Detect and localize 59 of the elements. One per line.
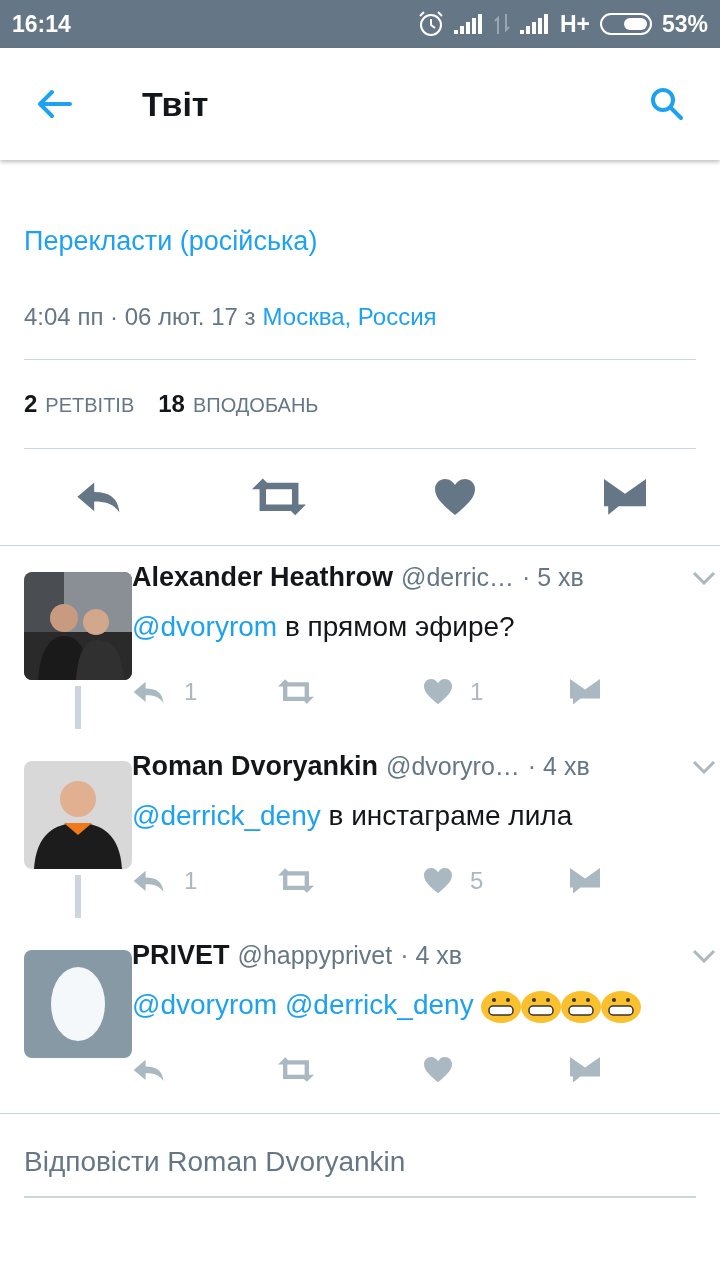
battery-icon xyxy=(599,13,652,35)
chevron-down-icon[interactable] xyxy=(692,759,716,774)
author-name[interactable]: Roman Dvoryankin xyxy=(132,751,379,782)
clock-time: 16:14 xyxy=(12,10,71,38)
grin-emoji-icon xyxy=(481,989,522,1024)
mention-link[interactable]: @dvoryrom xyxy=(132,611,278,642)
grin-emoji-icon xyxy=(561,989,602,1024)
location-link[interactable]: Москва, Россия xyxy=(262,303,437,331)
mention-link[interactable]: @derrick_deny xyxy=(284,989,474,1020)
reply-icon[interactable] xyxy=(132,869,166,893)
grin-emoji-icon xyxy=(601,989,642,1024)
tweet-time: · 4 хв xyxy=(400,941,463,970)
reply-text: в прямом эфире? xyxy=(284,611,515,642)
author-handle[interactable]: @happyprivet xyxy=(237,941,393,970)
stat-label[interactable]: РЕТВІТІВ xyxy=(45,394,135,417)
message-icon[interactable] xyxy=(570,1057,600,1083)
heart-icon[interactable] xyxy=(424,679,452,705)
retweet-icon[interactable] xyxy=(251,478,306,516)
reply-text: в инстаграме лила xyxy=(328,800,573,831)
network-type: H+ xyxy=(559,10,590,38)
stat-count[interactable]: 2 xyxy=(24,390,38,418)
heart-icon[interactable] xyxy=(424,868,452,894)
chevron-down-icon[interactable] xyxy=(692,570,716,585)
search-icon[interactable] xyxy=(650,87,684,121)
signal-icon xyxy=(519,14,550,34)
signal-icon xyxy=(453,14,484,34)
mention-link[interactable]: @derrick_deny xyxy=(132,800,321,831)
like-count: 1 xyxy=(470,678,484,706)
mention-link[interactable]: @dvoryrom xyxy=(132,989,278,1020)
reply-count: 1 xyxy=(184,678,198,706)
tweet-timestamp: 4:04 пп · 06 лют. 17 з xyxy=(24,303,256,331)
author-handle[interactable]: @dvoryro… xyxy=(386,752,520,781)
message-icon[interactable] xyxy=(570,868,600,894)
translate-link[interactable]: Перекласти (російська) xyxy=(24,226,318,257)
reply-icon[interactable] xyxy=(132,1058,166,1082)
chevron-down-icon[interactable] xyxy=(692,948,716,963)
reply-count: 1 xyxy=(184,867,198,895)
tweet-time: · 4 хв xyxy=(527,752,590,781)
heart-icon[interactable] xyxy=(424,1057,452,1083)
author-handle[interactable]: @derric… xyxy=(401,563,514,592)
author-name[interactable]: Alexander Heathrow xyxy=(132,562,394,593)
stat-label[interactable]: ВПОДОБАНЬ xyxy=(192,394,319,417)
retweet-icon[interactable] xyxy=(278,1057,314,1083)
reply-icon[interactable] xyxy=(132,680,166,704)
alarm-icon xyxy=(417,11,444,37)
data-arrows-icon xyxy=(493,14,510,34)
author-name[interactable]: PRIVET xyxy=(132,940,230,971)
tweet-time: · 5 хв xyxy=(521,563,584,592)
battery-percent: 53% xyxy=(661,10,708,38)
like-count: 5 xyxy=(470,867,484,895)
stat-count[interactable]: 18 xyxy=(158,390,185,418)
heart-icon[interactable] xyxy=(434,479,475,515)
message-icon[interactable] xyxy=(570,679,600,705)
grin-emoji-icon xyxy=(521,989,562,1024)
page-title: Твіт xyxy=(142,84,210,124)
back-arrow-icon[interactable] xyxy=(36,89,72,119)
retweet-icon[interactable] xyxy=(278,679,314,705)
message-icon[interactable] xyxy=(603,479,646,515)
retweet-icon[interactable] xyxy=(278,868,314,894)
